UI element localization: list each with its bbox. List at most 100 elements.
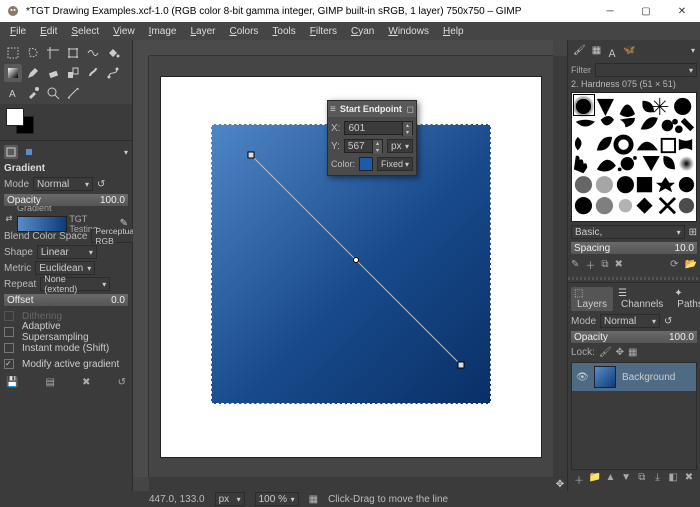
status-zoom-select[interactable]: 100 % — [255, 492, 299, 506]
layer-visibility-icon[interactable]: 👁 — [576, 372, 588, 383]
layer-name[interactable]: Background — [622, 372, 675, 383]
gradient-preview[interactable] — [17, 216, 67, 232]
menu-file[interactable]: File — [4, 24, 32, 39]
layer-duplicate-icon[interactable]: ⧉ — [636, 472, 648, 487]
window-minimize-button[interactable]: ─ — [592, 0, 628, 22]
shape-select[interactable]: Linear — [37, 245, 97, 259]
tool-crop[interactable] — [44, 44, 62, 62]
brushes-tab-icon[interactable]: 🖌 — [573, 45, 586, 60]
tool-unified-transform[interactable] — [64, 44, 82, 62]
menu-select[interactable]: Select — [65, 24, 105, 39]
layer-delete-icon[interactable]: ✖ — [683, 472, 695, 487]
endpoint-grip-icon[interactable]: ≡ — [330, 104, 336, 115]
gradient-mid-handle[interactable] — [353, 257, 359, 263]
scrollbar-horizontal[interactable] — [149, 477, 553, 491]
layer-up-icon[interactable]: ▲ — [604, 472, 616, 487]
paths-tab[interactable]: ✦ Paths — [671, 287, 700, 311]
endpoint-y-input[interactable]: 567▴▾ — [344, 139, 383, 153]
tool-text[interactable]: A — [4, 84, 22, 102]
spacing-slider[interactable]: Spacing10.0 — [571, 242, 697, 254]
dock-separator[interactable] — [568, 277, 700, 280]
tool-color-picker[interactable] — [24, 84, 42, 102]
tool-rect-select[interactable] — [4, 44, 22, 62]
channels-tab[interactable]: ☰ Channels — [615, 287, 669, 311]
gradient-start-handle[interactable] — [248, 151, 255, 158]
modify-checkbox[interactable]: Modify active gradient — [22, 359, 119, 370]
brush-duplicate-icon[interactable]: ⧉ — [601, 259, 608, 270]
layer-list[interactable]: 👁 Background — [571, 362, 697, 470]
tool-eraser[interactable] — [44, 64, 62, 82]
brush-preset-select[interactable]: Basic, — [571, 225, 685, 239]
fonts-tab-icon[interactable]: Ａ — [607, 45, 617, 60]
repeat-select[interactable]: None (extend) — [40, 277, 110, 291]
opacity-slider[interactable]: Opacity100.0 — [4, 194, 128, 206]
color-swatches[interactable] — [0, 104, 132, 140]
brush-refresh-icon[interactable]: ⟳ — [670, 259, 678, 270]
layer-mask-icon[interactable]: ◧ — [667, 472, 679, 487]
brush-delete-icon[interactable]: ✖ — [615, 259, 623, 270]
tool-measure[interactable] — [64, 84, 82, 102]
layer-down-icon[interactable]: ▼ — [620, 472, 632, 487]
tool-pencil[interactable] — [24, 64, 42, 82]
lock-pixels-icon[interactable]: 🖌 — [599, 347, 612, 358]
endpoint-popup[interactable]: ≡ Start Endpoint ◻ X: 601▴▾ Y: 567▴▾ px … — [327, 100, 417, 176]
layer-mode-select[interactable]: Normal — [600, 314, 660, 328]
adaptive-checkbox[interactable]: Adaptive Supersampling — [22, 321, 128, 343]
brush-grid-size-icon[interactable]: ⊞ — [689, 227, 697, 238]
layer-new-icon[interactable]: ＋ — [573, 472, 585, 487]
menu-windows[interactable]: Windows — [382, 24, 435, 39]
tool-options-tab-icon[interactable] — [4, 145, 18, 159]
menu-layer[interactable]: Layer — [184, 24, 221, 39]
layers-tab[interactable]: ⬚ Layers — [571, 287, 613, 311]
gradient-reverse-icon[interactable]: ⇅ — [4, 215, 13, 222]
window-close-button[interactable]: ✕ — [664, 0, 700, 22]
tool-paths[interactable] — [104, 64, 122, 82]
endpoint-color-mode[interactable]: Fixed — [377, 157, 413, 171]
mode-select[interactable]: Normal — [33, 177, 93, 191]
menu-help[interactable]: Help — [437, 24, 470, 39]
gradient-end-handle[interactable] — [458, 361, 465, 368]
delete-tooloptions-icon[interactable]: ✖ — [82, 377, 90, 388]
brush-open-icon[interactable]: 📂 — [685, 259, 697, 270]
endpoint-x-input[interactable]: 601▴▾ — [344, 121, 413, 135]
status-unit-select[interactable]: px — [215, 492, 245, 506]
instant-checkbox[interactable]: Instant mode (Shift) — [22, 343, 109, 354]
layer-group-icon[interactable]: 📁 — [589, 472, 601, 487]
fg-color-swatch[interactable] — [6, 108, 24, 126]
tool-free-select[interactable] — [24, 44, 42, 62]
menu-tools[interactable]: Tools — [266, 24, 301, 39]
patterns-tab-icon[interactable]: ▦ — [592, 45, 601, 60]
layer-mode-reset[interactable]: ↺ — [664, 316, 672, 327]
right-top-menu[interactable] — [689, 45, 695, 60]
tool-warp[interactable] — [84, 44, 102, 62]
menu-view[interactable]: View — [107, 24, 141, 39]
tool-clone[interactable] — [64, 64, 82, 82]
ruler-corner[interactable] — [133, 40, 149, 56]
brush-grid[interactable] — [571, 92, 697, 222]
history-tab-icon[interactable]: 🦋 — [623, 45, 635, 60]
tool-gradient[interactable] — [4, 64, 22, 82]
mode-reset-button[interactable]: ↺ — [97, 179, 105, 190]
tool-options-menu-button[interactable] — [122, 147, 128, 158]
ruler-horizontal[interactable] — [149, 40, 553, 56]
brush-new-icon[interactable]: ＋ — [585, 257, 595, 272]
layer-opacity-slider[interactable]: Opacity100.0 — [571, 331, 697, 343]
tool-zoom[interactable] — [44, 84, 62, 102]
menu-colors[interactable]: Colors — [223, 24, 264, 39]
window-maximize-button[interactable]: ▢ — [628, 0, 664, 22]
scrollbar-vertical[interactable] — [553, 56, 567, 477]
layer-thumbnail[interactable] — [594, 366, 616, 388]
tool-smudge[interactable] — [84, 64, 102, 82]
navigation-button[interactable]: ✥ — [553, 477, 567, 491]
endpoint-color-chip[interactable] — [359, 157, 373, 171]
menu-edit[interactable]: Edit — [34, 24, 63, 39]
menu-image[interactable]: Image — [143, 24, 183, 39]
brush-edit-icon[interactable]: ✎ — [571, 259, 579, 270]
tool-bucket[interactable] — [104, 44, 122, 62]
device-status-tab-icon[interactable] — [22, 145, 36, 159]
lock-position-icon[interactable]: ✥ — [616, 347, 624, 358]
layer-row[interactable]: 👁 Background — [572, 363, 696, 391]
save-tooloptions-icon[interactable]: 💾 — [6, 377, 18, 388]
lock-alpha-icon[interactable]: ▦ — [628, 347, 637, 358]
restore-tooloptions-icon[interactable]: ▤ — [46, 377, 55, 388]
